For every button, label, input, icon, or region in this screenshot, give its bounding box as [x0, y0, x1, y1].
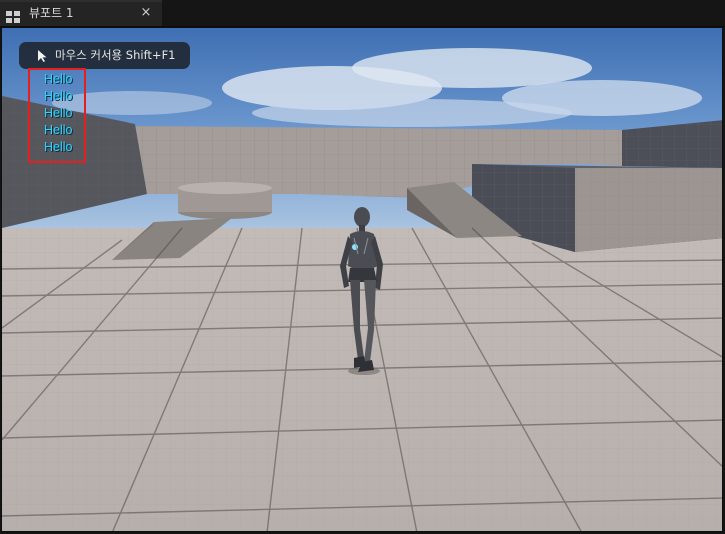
cursor-arrow-icon — [37, 48, 49, 62]
tab-label: 뷰포트 1 — [29, 6, 74, 20]
debug-message: Hello — [44, 89, 73, 103]
debug-message: Hello — [44, 140, 73, 154]
viewport-layout-icon — [6, 8, 20, 23]
hint-text: 마우스 커서용 Shift+F1 — [55, 48, 176, 62]
level-scene — [2, 28, 722, 531]
viewport-tab-bar: 뷰포트 1 × — [0, 0, 725, 27]
debug-message: Hello — [44, 72, 73, 86]
viewport-3d[interactable]: 마우스 커서용 Shift+F1 Hello Hello Hello Hello… — [1, 27, 723, 532]
tab-viewport-1[interactable]: 뷰포트 1 × — [0, 0, 162, 26]
close-icon[interactable]: × — [138, 5, 154, 21]
debug-message: Hello — [44, 106, 73, 120]
mouse-cursor-hint: 마우스 커서용 Shift+F1 — [19, 42, 190, 69]
debug-message: Hello — [44, 123, 73, 137]
